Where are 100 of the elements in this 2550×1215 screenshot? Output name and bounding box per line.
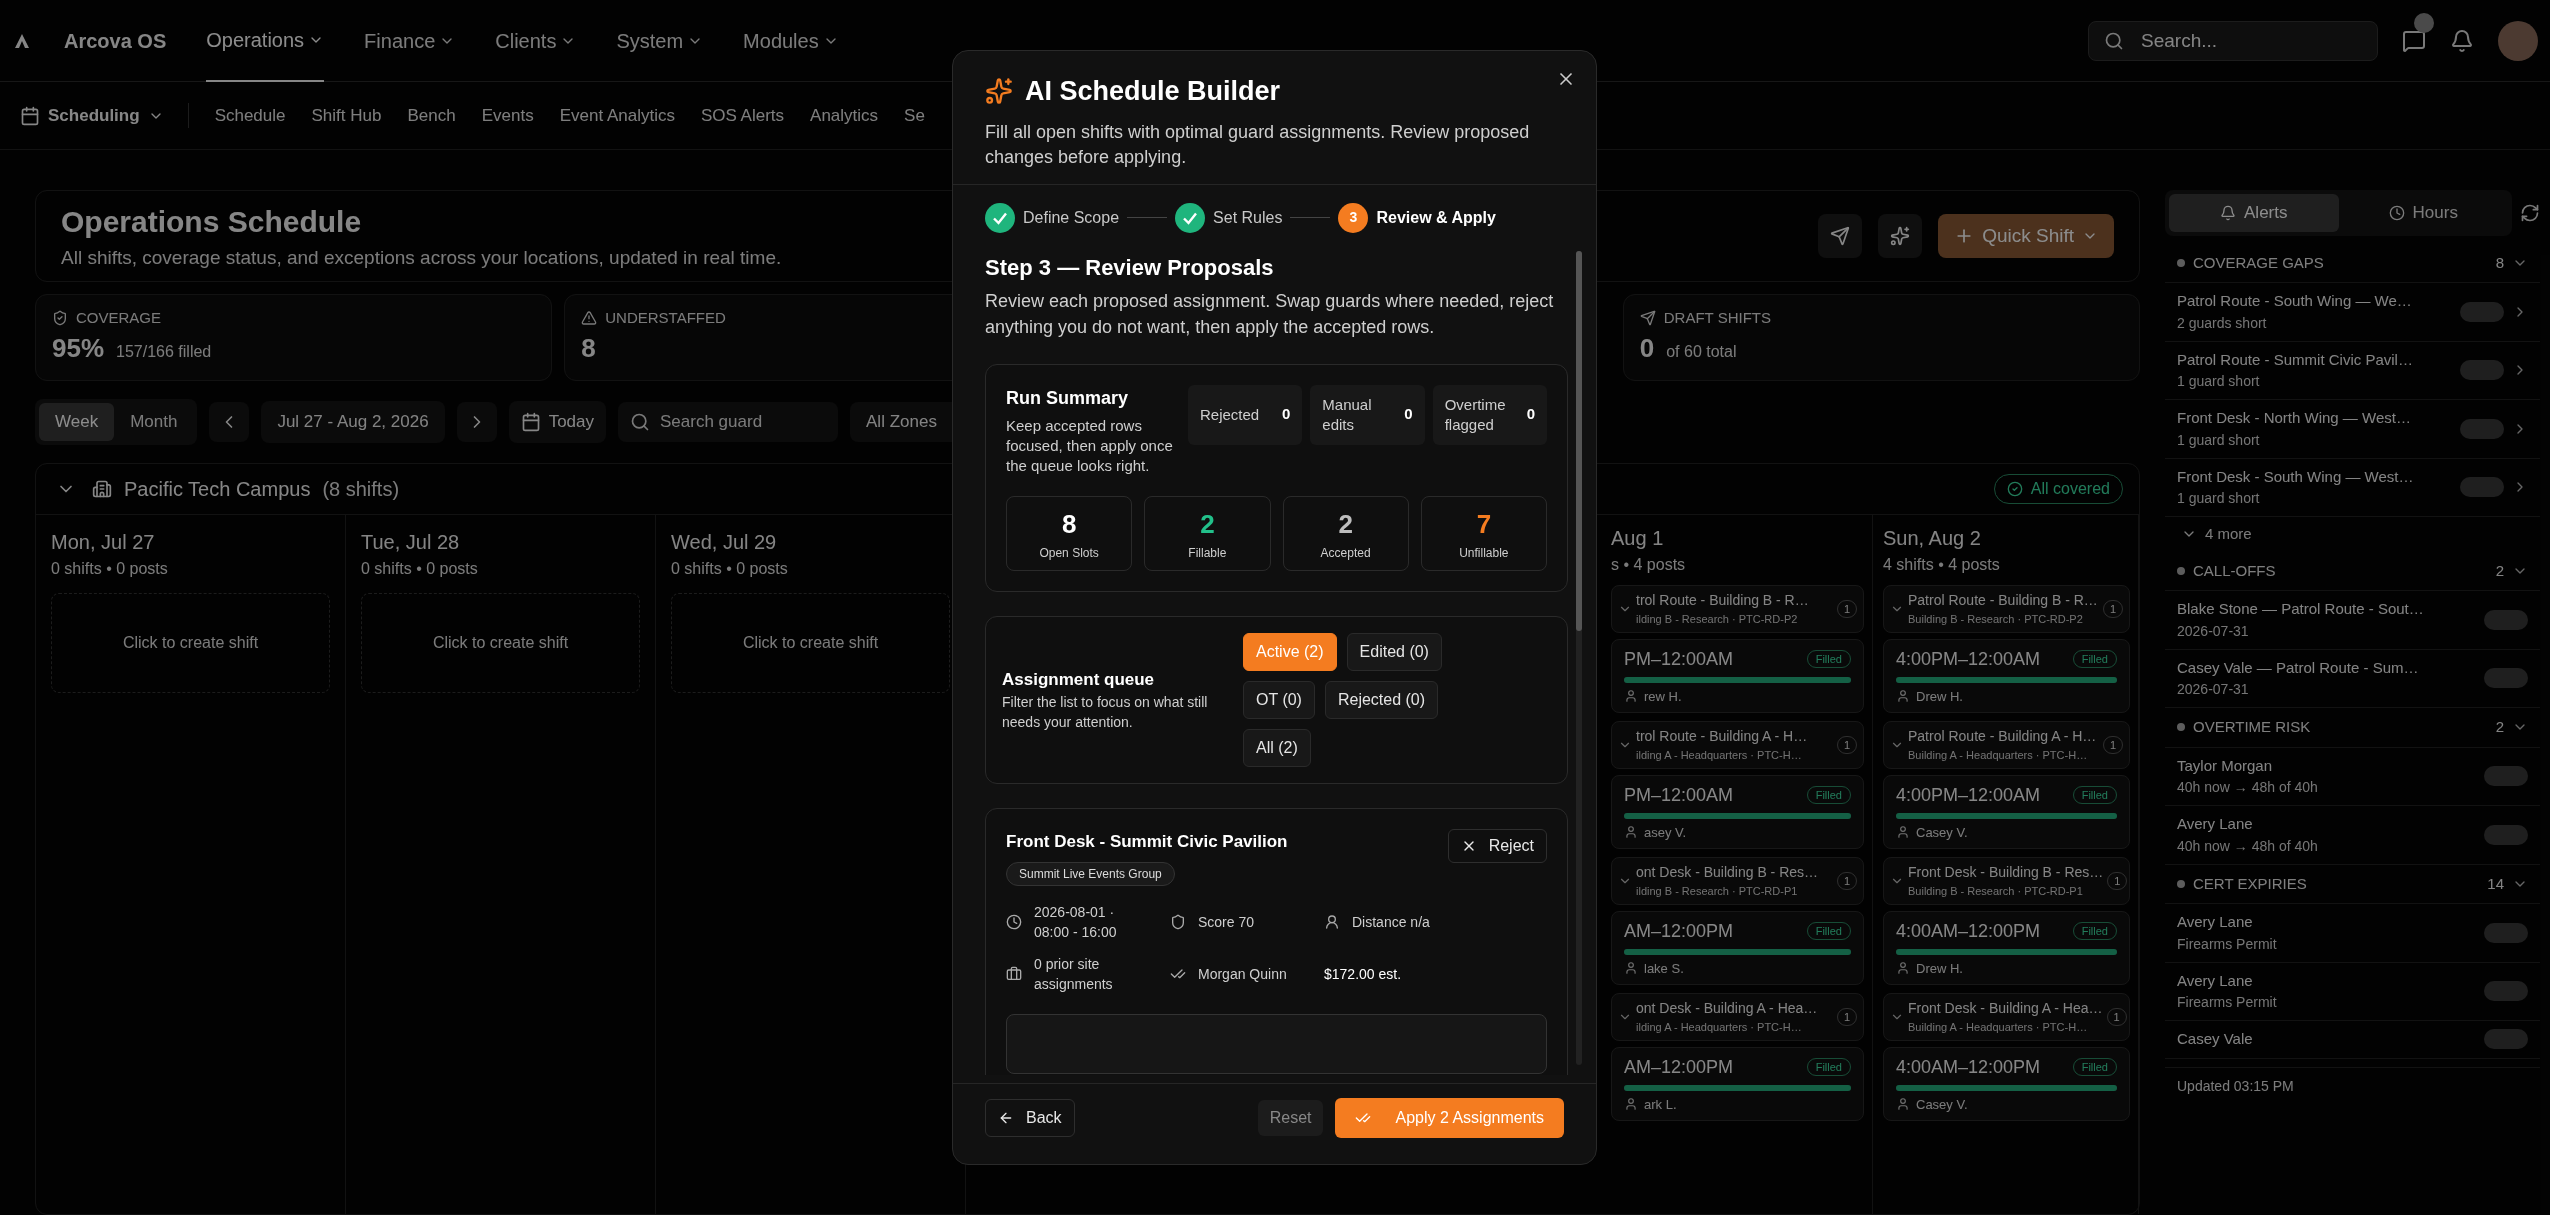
panel-tab[interactable]: Alerts: [2169, 194, 2339, 232]
refresh-icon[interactable]: [2520, 202, 2540, 223]
page-title: Operations Schedule: [61, 204, 363, 240]
filter-chip[interactable]: Rejected (0): [1324, 680, 1439, 719]
alert-item[interactable]: Avery Lane Firearms Permit: [2165, 904, 2540, 963]
alert-item[interactable]: Avery Lane 40h now → 48h of 40h: [2165, 806, 2540, 865]
subnav-tab[interactable]: SOS Alerts: [700, 102, 785, 129]
day-date: Sun, Aug 2: [1883, 526, 1982, 551]
shift-group-header[interactable]: trol Route - Building B - R… ilding B - Research · PTC-RD-P2 1: [1611, 585, 1864, 633]
view-tab[interactable]: Week: [39, 403, 115, 441]
alert-item[interactable]: Patrol Route - South Wing — We… 2 guards short: [2165, 283, 2540, 342]
show-more-link[interactable]: 4 more: [2165, 517, 2540, 552]
create-shift-slot[interactable]: Click to create shift: [671, 593, 950, 693]
section-count: 8: [2495, 252, 2504, 273]
send-button[interactable]: [1818, 213, 1863, 258]
alert-item[interactable]: Avery Lane Firearms Permit: [2165, 962, 2540, 1021]
panel-tab[interactable]: Hours: [2338, 194, 2508, 232]
alert-title: Taylor Morgan: [2177, 755, 2274, 776]
bell-icon[interactable]: [2450, 28, 2474, 53]
search-field[interactable]: Search...: [2088, 20, 2378, 61]
alert-item[interactable]: Casey Vale: [2165, 1021, 2540, 1059]
quick-shift-button[interactable]: Quick Shift: [1938, 213, 2114, 258]
shift-group-header[interactable]: ont Desk - Building A - Hea… ilding A - Headquarters · PTC-H… 1: [1611, 993, 1864, 1041]
shift-card[interactable]: AM–12:00PM Filled ark L.: [1611, 1046, 1864, 1121]
tile-label: Fillable: [1188, 544, 1227, 562]
shift-card[interactable]: PM–12:00AM Filled rew H.: [1611, 638, 1864, 713]
detail-text: 2026-08-01 · 08:00 - 16:00: [1034, 903, 1118, 942]
reject-button[interactable]: Reject: [1447, 828, 1547, 863]
filter-chip[interactable]: OT (0): [1243, 680, 1315, 719]
nav-menu-item[interactable]: Clients: [495, 0, 577, 82]
nav-menu-item[interactable]: Modules: [743, 0, 839, 82]
scrollbar[interactable]: [1576, 250, 1582, 1065]
subnav-tab[interactable]: Events: [481, 102, 534, 129]
section-count: 2: [2495, 560, 2504, 581]
alert-title: Front Desk - North Wing — West…: [2177, 408, 2412, 428]
today-button[interactable]: Today: [508, 401, 606, 443]
shield-icon: [1170, 914, 1186, 930]
scrollbar-thumb[interactable]: [1576, 250, 1582, 631]
nav-menu-item[interactable]: System: [616, 0, 704, 82]
module-dropdown[interactable]: Scheduling: [20, 102, 189, 129]
shift-card[interactable]: AM–12:00PM Filled lake S.: [1611, 910, 1864, 985]
alert-item[interactable]: Patrol Route - Summit Civic Pavil… 1 guard short: [2165, 341, 2540, 400]
sparkle-icon: [1890, 225, 1911, 246]
section-header[interactable]: COVERAGE GAPS 8: [2165, 243, 2540, 283]
day-date: Wed, Jul 29: [671, 530, 778, 555]
shift-group-header[interactable]: trol Route - Building A - H… ilding A - Headquarters · PTC-H… 1: [1611, 721, 1864, 769]
status-pill: [2484, 922, 2528, 943]
client-tag: Summit Live Events Group: [1006, 862, 1175, 886]
check-circle-icon: [2006, 481, 2023, 497]
status-pill: [2484, 1029, 2528, 1050]
status-pill: [2460, 360, 2504, 381]
subnav-tab[interactable]: Shift Hub: [311, 102, 382, 129]
section-header[interactable]: CALL-OFFS 2: [2165, 551, 2540, 591]
filter-chip[interactable]: Edited (0): [1346, 632, 1442, 671]
day-date: Tue, Jul 28: [361, 530, 461, 555]
shift-time: AM–12:00PM: [1624, 1055, 1734, 1079]
shift-card[interactable]: 4:00PM–12:00AM Filled Drew H.: [1883, 638, 2130, 713]
alert-item[interactable]: Front Desk - South Wing — West… 1 guard short: [2165, 458, 2540, 517]
shift-site: Building B - Research · PTC-RD-P2: [1908, 612, 2083, 627]
guard-search-field[interactable]: Search guard: [618, 402, 838, 442]
alert-item[interactable]: Front Desk - North Wing — West… 1 guard short: [2165, 400, 2540, 459]
section-header[interactable]: CERT EXPIRIES 14: [2165, 864, 2540, 904]
create-shift-slot[interactable]: Click to create shift: [51, 593, 330, 693]
view-tab[interactable]: Month: [114, 403, 194, 441]
sparkle-button[interactable]: [1878, 213, 1923, 258]
status-pill: [2484, 668, 2528, 689]
warning-icon: [581, 309, 598, 326]
day-meta: 0 shifts • 0 posts: [671, 559, 789, 579]
filter-chip[interactable]: All (2): [1243, 728, 1311, 767]
shift-group-header[interactable]: ont Desk - Building B - Res… ilding B - Research · PTC-RD-P1 1: [1611, 857, 1864, 905]
subnav-tab[interactable]: Event Analytics: [559, 102, 675, 129]
guard-name: Casey V.: [1916, 1095, 1968, 1114]
counter-label: Rejected: [1200, 404, 1260, 425]
subnav-tab[interactable]: Se: [904, 102, 925, 129]
shift-card[interactable]: 4:00AM–12:00PM Filled Drew H.: [1883, 910, 2130, 985]
shift-group-header[interactable]: Front Desk - Building A - Hea… Building A - Headquarters · PTC-H… 1: [1883, 993, 2130, 1041]
shift-site: Building A - Headquarters · PTC-H…: [1908, 748, 2088, 763]
alert-item[interactable]: Blake Stone — Patrol Route - Sout… 2026-07-31: [2165, 591, 2540, 650]
section-header[interactable]: OVERTIME RISK 2: [2165, 708, 2540, 748]
tile-value: 8: [1061, 507, 1077, 541]
shift-group-header[interactable]: Patrol Route - Building A - H… Building A - Headquarters · PTC-H… 1: [1883, 721, 2130, 769]
subnav-tab[interactable]: Schedule: [214, 102, 286, 129]
nav-menu-item[interactable]: Operations: [206, 0, 325, 82]
shift-group-header[interactable]: Patrol Route - Building B - R… Building B - Research · PTC-RD-P2 1: [1883, 585, 2130, 633]
subnav-tab[interactable]: Analytics: [810, 102, 879, 129]
section-title: CALL-OFFS: [2193, 560, 2277, 581]
shift-card[interactable]: PM–12:00AM Filled asey V.: [1611, 774, 1864, 849]
detail-text: Morgan Quinn: [1198, 965, 1287, 984]
alert-item[interactable]: Taylor Morgan 40h now → 48h of 40h: [2165, 747, 2540, 806]
subnav-tab[interactable]: Bench: [407, 102, 456, 129]
nav-menu-item[interactable]: Finance: [364, 0, 456, 82]
shift-card[interactable]: 4:00AM–12:00PM Filled Casey V.: [1883, 1046, 2130, 1121]
detail-text: $172.00 est.: [1324, 965, 1402, 984]
alert-item[interactable]: Casey Vale — Patrol Route - Sum… 2026-07-31: [2165, 649, 2540, 708]
back-button[interactable]: Back: [985, 1099, 1075, 1137]
building-icon: [92, 479, 112, 499]
create-shift-slot[interactable]: Click to create shift: [361, 593, 640, 693]
shift-group-header[interactable]: Front Desk - Building B - Res… Building B - Research · PTC-RD-P1 1: [1883, 857, 2130, 905]
chat-icon[interactable]: [2402, 28, 2426, 53]
shift-card[interactable]: 4:00PM–12:00AM Filled Casey V.: [1883, 774, 2130, 849]
